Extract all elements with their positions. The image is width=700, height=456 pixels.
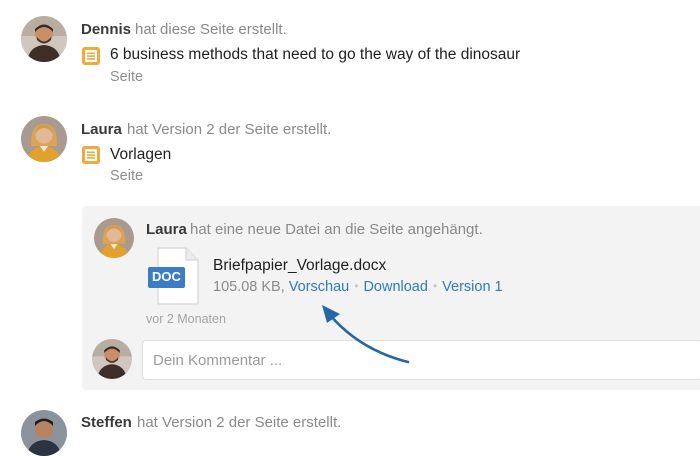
separator-dot: • [354, 279, 359, 293]
page-type-label: Seite [110, 168, 144, 184]
avatar-current-user[interactable] [92, 339, 132, 379]
avatar-steffen[interactable] [21, 410, 67, 456]
page-icon [82, 146, 100, 164]
author-name[interactable]: Laura [146, 221, 187, 238]
page-title-link[interactable]: Vorlagen [110, 146, 171, 164]
activity-text: hat Version 2 der Seite erstellt. [127, 121, 332, 138]
comment-input[interactable]: Dein Kommentar ... [142, 340, 700, 380]
activity-text: hat diese Seite erstellt. [135, 21, 287, 38]
version-link[interactable]: Version 1 [442, 279, 502, 295]
avatar-dennis[interactable] [21, 16, 67, 62]
file-name-link[interactable]: Briefpapier_Vorlage.docx [213, 257, 386, 275]
separator-dot: • [432, 279, 438, 293]
activity-text: hat Version 2 der Seite erstellt. [137, 414, 342, 431]
timestamp: vor 2 Monaten [146, 312, 226, 326]
author-name[interactable]: Steffen [81, 414, 132, 431]
activity-text: hat eine neue Datei an die Seite angehän… [190, 221, 483, 238]
author-name[interactable]: Laura [81, 121, 122, 138]
page-icon [82, 47, 100, 65]
page-title-link[interactable]: 6 business methods that need to go the w… [110, 46, 520, 64]
file-meta-row: 105.08 KB, Vorschau • Download • Version 1 [213, 279, 503, 295]
author-name[interactable]: Dennis [81, 21, 131, 38]
doc-file-icon[interactable]: DOC [148, 247, 200, 305]
avatar-laura[interactable] [21, 116, 67, 162]
download-link[interactable]: Download [363, 279, 428, 295]
page-type-label: Seite [110, 69, 144, 85]
file-size: 105.08 KB, [213, 279, 285, 295]
avatar-laura[interactable] [94, 218, 134, 258]
file-type-badge: DOC [152, 269, 181, 284]
preview-link[interactable]: Vorschau [289, 279, 349, 295]
